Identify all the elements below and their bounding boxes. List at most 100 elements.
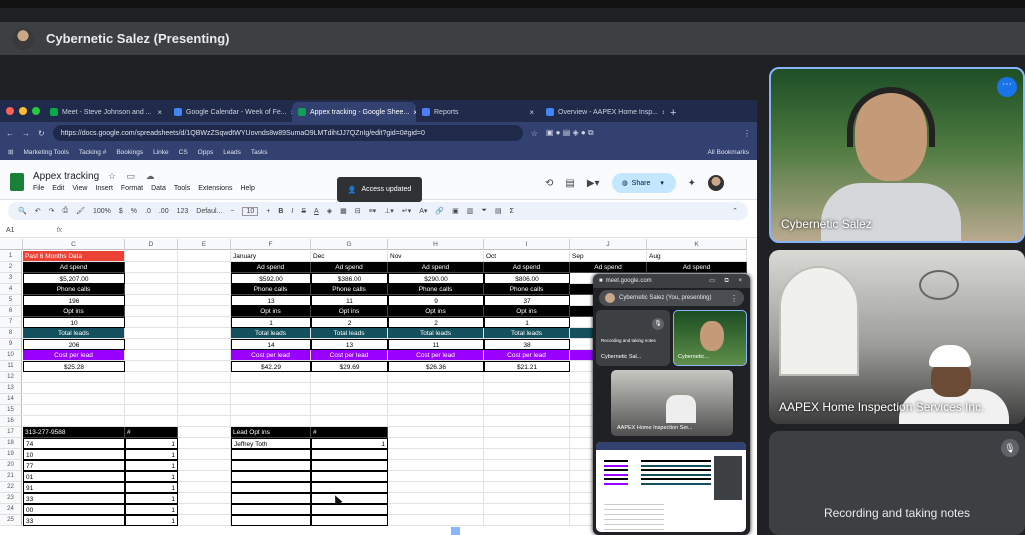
metric-value[interactable]: $386.00 bbox=[311, 273, 388, 284]
metric-value[interactable]: $25.28 bbox=[23, 361, 125, 372]
metric-value[interactable]: 37 bbox=[484, 295, 570, 306]
lead-empty[interactable] bbox=[311, 460, 388, 471]
bold-icon[interactable]: B bbox=[278, 208, 283, 215]
phone-count[interactable]: 1 bbox=[125, 460, 178, 471]
collapse-toolbar-icon[interactable]: ⌃ bbox=[732, 207, 738, 215]
metric-value[interactable]: $21.21 bbox=[484, 361, 570, 372]
borders-icon[interactable]: ▦ bbox=[340, 207, 347, 215]
cell[interactable] bbox=[125, 416, 178, 427]
row-header[interactable]: 18 bbox=[0, 438, 22, 449]
phone-table-count-header[interactable]: # bbox=[125, 427, 178, 438]
metric-label[interactable]: Ad spend bbox=[231, 262, 311, 273]
menu-view[interactable]: View bbox=[72, 185, 87, 192]
metric-label[interactable]: Cost per lead bbox=[23, 350, 125, 361]
lead-name[interactable]: Jeffrey Toth bbox=[231, 438, 311, 449]
metric-value[interactable]: $42.29 bbox=[231, 361, 311, 372]
cell[interactable] bbox=[125, 273, 178, 284]
bookmark-star-icon[interactable]: ☆ bbox=[531, 129, 538, 138]
forward-icon[interactable]: → bbox=[22, 129, 30, 138]
metric-label[interactable]: Ad spend bbox=[484, 262, 570, 273]
metric-label[interactable]: Opt ins bbox=[231, 306, 311, 317]
row-header[interactable]: 9 bbox=[0, 339, 22, 350]
column-header[interactable]: G bbox=[311, 239, 388, 250]
document-title[interactable]: Appex tracking bbox=[33, 171, 99, 182]
cell[interactable] bbox=[178, 438, 231, 449]
reload-icon[interactable]: ↻ bbox=[38, 129, 45, 138]
cell[interactable] bbox=[484, 471, 570, 482]
zoom-select[interactable]: 100% bbox=[93, 208, 111, 215]
metric-value[interactable]: 13 bbox=[231, 295, 311, 306]
metric-label[interactable]: Opt ins bbox=[311, 306, 388, 317]
phone-count[interactable]: 1 bbox=[125, 438, 178, 449]
cell[interactable] bbox=[178, 482, 231, 493]
cell[interactable] bbox=[125, 361, 178, 372]
cell[interactable] bbox=[311, 405, 388, 416]
cell[interactable] bbox=[125, 317, 178, 328]
cell[interactable] bbox=[484, 427, 570, 438]
metric-value[interactable]: 1 bbox=[484, 317, 570, 328]
cell[interactable] bbox=[178, 317, 231, 328]
lead-empty[interactable] bbox=[311, 449, 388, 460]
cell[interactable] bbox=[388, 372, 484, 383]
metric-label[interactable]: Phone calls bbox=[23, 284, 125, 295]
metric-value[interactable]: 11 bbox=[388, 339, 484, 350]
cell[interactable] bbox=[388, 482, 484, 493]
more-options-icon[interactable]: ⋯ bbox=[997, 77, 1017, 97]
cell[interactable] bbox=[231, 405, 311, 416]
cell[interactable] bbox=[388, 515, 484, 526]
lead-empty[interactable] bbox=[231, 482, 311, 493]
metric-label[interactable]: Opt ins bbox=[388, 306, 484, 317]
column-header[interactable]: F bbox=[231, 239, 311, 250]
cell[interactable] bbox=[125, 328, 178, 339]
lead-empty[interactable] bbox=[231, 460, 311, 471]
rotate-icon[interactable]: A▾ bbox=[419, 207, 427, 215]
month-header[interactable]: January bbox=[231, 251, 311, 262]
lead-empty[interactable] bbox=[231, 493, 311, 504]
lead-empty[interactable] bbox=[311, 493, 388, 504]
bookmark-item[interactable]: CS bbox=[179, 149, 188, 156]
font-size-decrease[interactable]: − bbox=[230, 208, 234, 215]
browser-tab[interactable]: Reports × bbox=[416, 102, 540, 122]
filter-icon[interactable]: ⏷ bbox=[481, 207, 487, 215]
cell[interactable] bbox=[23, 416, 125, 427]
text-color-icon[interactable]: A bbox=[314, 208, 319, 215]
metric-value[interactable]: 2 bbox=[388, 317, 484, 328]
cell[interactable] bbox=[125, 372, 178, 383]
metric-label[interactable]: Total leads bbox=[311, 328, 388, 339]
column-header[interactable]: J bbox=[570, 239, 647, 250]
cell[interactable] bbox=[388, 493, 484, 504]
cell[interactable] bbox=[178, 460, 231, 471]
fill-color-icon[interactable]: ◈ bbox=[327, 207, 332, 215]
metric-value[interactable]: 9 bbox=[388, 295, 484, 306]
cell[interactable] bbox=[388, 405, 484, 416]
row-header[interactable]: 24 bbox=[0, 504, 22, 515]
phone-number[interactable]: 33 bbox=[23, 515, 125, 526]
lead-empty[interactable] bbox=[231, 515, 311, 526]
extensions-icon[interactable]: ▣ ● ▤ ◈ ● ⧉ bbox=[546, 128, 594, 138]
filter-views-icon[interactable]: ▤ bbox=[495, 207, 502, 215]
cell[interactable] bbox=[311, 416, 388, 427]
cell[interactable] bbox=[178, 471, 231, 482]
metric-value[interactable]: 14 bbox=[231, 339, 311, 350]
cell[interactable] bbox=[388, 471, 484, 482]
cell[interactable] bbox=[484, 383, 570, 394]
bookmark-item[interactable]: Tacking # bbox=[79, 149, 106, 156]
cell[interactable] bbox=[23, 405, 125, 416]
close-window-icon[interactable] bbox=[6, 107, 14, 115]
history-icon[interactable]: ⟲ bbox=[545, 178, 553, 189]
cell[interactable] bbox=[178, 372, 231, 383]
participant-tile[interactable]: ⋯ Cybernetic Salez bbox=[769, 67, 1025, 243]
name-box[interactable]: A1 bbox=[6, 227, 15, 234]
cell[interactable] bbox=[178, 405, 231, 416]
metric-label[interactable]: Phone calls bbox=[231, 284, 311, 295]
metric-value[interactable]: 2 bbox=[311, 317, 388, 328]
pip-controls-icon[interactable]: ▭ ⧉ × bbox=[709, 277, 750, 285]
phone-number[interactable]: 00 bbox=[23, 504, 125, 515]
chart-icon[interactable]: ▥ bbox=[467, 207, 474, 215]
participant-tile[interactable]: 🎙 Recording and taking notes bbox=[769, 431, 1025, 535]
functions-icon[interactable]: Σ bbox=[510, 208, 514, 215]
cell[interactable] bbox=[388, 427, 484, 438]
cell[interactable] bbox=[231, 372, 311, 383]
phone-number[interactable]: 10 bbox=[23, 449, 125, 460]
cell[interactable] bbox=[125, 383, 178, 394]
